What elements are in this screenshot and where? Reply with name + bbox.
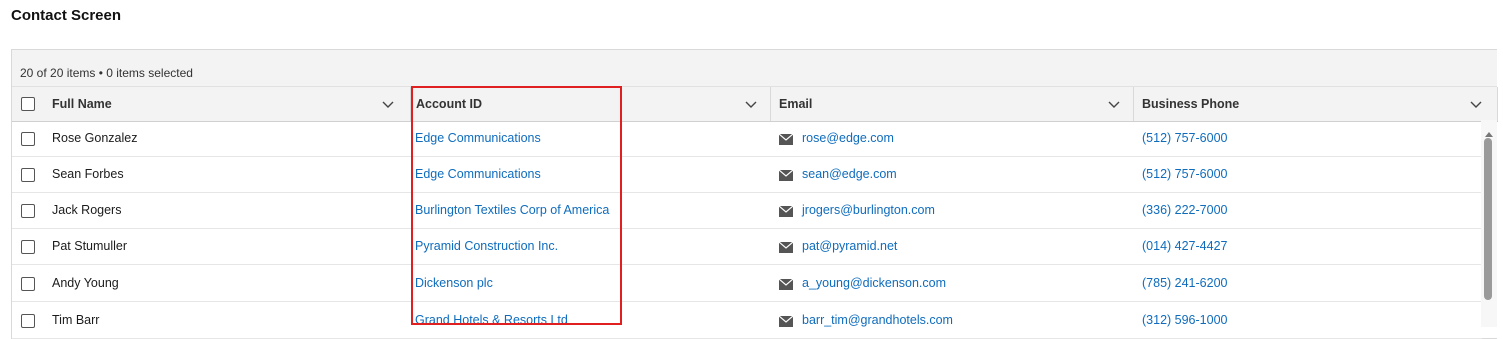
row-checkbox[interactable] — [21, 314, 35, 328]
row-checkbox[interactable] — [21, 240, 35, 254]
status-bar: 20 of 20 items • 0 items selected — [12, 50, 1497, 87]
mail-icon — [778, 315, 794, 327]
column-label: Account ID — [416, 97, 482, 111]
row-checkbox[interactable] — [21, 168, 35, 182]
selection-status: 20 of 20 items • 0 items selected — [20, 66, 193, 80]
mail-icon — [778, 169, 794, 181]
phone-link[interactable]: (512) 757-6000 — [1142, 131, 1227, 145]
phone-link[interactable]: (336) 222-7000 — [1142, 203, 1227, 217]
page-title: Contact Screen — [11, 7, 122, 24]
account-link[interactable]: Burlington Textiles Corp of America — [415, 203, 609, 217]
grid-header: Full Name Account ID Email Business Phon… — [12, 87, 1498, 122]
table-row[interactable]: Jack Rogers Burlington Textiles Corp of … — [12, 193, 1482, 229]
vertical-scrollbar[interactable] — [1481, 120, 1497, 327]
chevron-down-icon[interactable] — [1469, 97, 1483, 111]
email-link[interactable]: barr_tim@grandhotels.com — [802, 313, 953, 327]
row-checkbox[interactable] — [21, 277, 35, 291]
table-row[interactable]: Rose Gonzalez Edge Communications rose@e… — [12, 121, 1482, 157]
phone-link[interactable]: (014) 427-4427 — [1142, 239, 1227, 253]
table-row[interactable]: Pat Stumuller Pyramid Construction Inc. … — [12, 229, 1482, 265]
scroll-thumb[interactable] — [1484, 138, 1492, 300]
chevron-down-icon[interactable] — [744, 97, 758, 111]
account-link[interactable]: Edge Communications — [415, 167, 541, 181]
full-name-cell: Rose Gonzalez — [52, 131, 138, 145]
mail-icon — [778, 133, 794, 145]
table-row[interactable]: Andy Young Dickenson plc a_young@dickens… — [12, 266, 1482, 302]
email-link[interactable]: sean@edge.com — [802, 167, 897, 181]
mail-icon — [778, 205, 794, 217]
account-link[interactable]: Dickenson plc — [415, 276, 493, 290]
column-label: Email — [779, 97, 813, 111]
account-link[interactable]: Edge Communications — [415, 131, 541, 145]
full-name-cell: Tim Barr — [52, 313, 100, 327]
column-header-account-id[interactable]: Account ID — [411, 87, 771, 121]
chevron-down-icon[interactable] — [1107, 97, 1121, 111]
contacts-grid: 20 of 20 items • 0 items selected Full N… — [11, 49, 1498, 339]
full-name-cell: Andy Young — [52, 276, 119, 290]
row-checkbox[interactable] — [21, 204, 35, 218]
email-link[interactable]: pat@pyramid.net — [802, 239, 897, 253]
phone-link[interactable]: (785) 241-6200 — [1142, 276, 1227, 290]
email-link[interactable]: a_young@dickenson.com — [802, 276, 946, 290]
email-link[interactable]: jrogers@burlington.com — [802, 203, 935, 217]
column-header-email[interactable]: Email — [771, 87, 1134, 121]
table-row[interactable]: Tim Barr Grand Hotels & Resorts Ltd barr… — [12, 303, 1482, 339]
account-link[interactable]: Pyramid Construction Inc. — [415, 239, 558, 253]
column-header-full-name[interactable]: Full Name — [12, 87, 411, 121]
full-name-cell: Jack Rogers — [52, 203, 122, 217]
phone-link[interactable]: (312) 596-1000 — [1142, 313, 1227, 327]
account-link[interactable]: Grand Hotels & Resorts Ltd — [415, 313, 568, 327]
row-checkbox[interactable] — [21, 132, 35, 146]
full-name-cell: Pat Stumuller — [52, 239, 128, 253]
column-label: Business Phone — [1142, 97, 1240, 111]
column-label: Full Name — [52, 97, 112, 111]
phone-link[interactable]: (512) 757-6000 — [1142, 167, 1227, 181]
table-row[interactable]: Sean Forbes Edge Communications sean@edg… — [12, 157, 1482, 193]
chevron-down-icon[interactable] — [381, 97, 395, 111]
select-all-checkbox[interactable] — [21, 97, 35, 111]
email-link[interactable]: rose@edge.com — [802, 131, 894, 145]
column-header-business-phone[interactable]: Business Phone — [1134, 87, 1498, 121]
mail-icon — [778, 241, 794, 253]
full-name-cell: Sean Forbes — [52, 167, 124, 181]
mail-icon — [778, 278, 794, 290]
